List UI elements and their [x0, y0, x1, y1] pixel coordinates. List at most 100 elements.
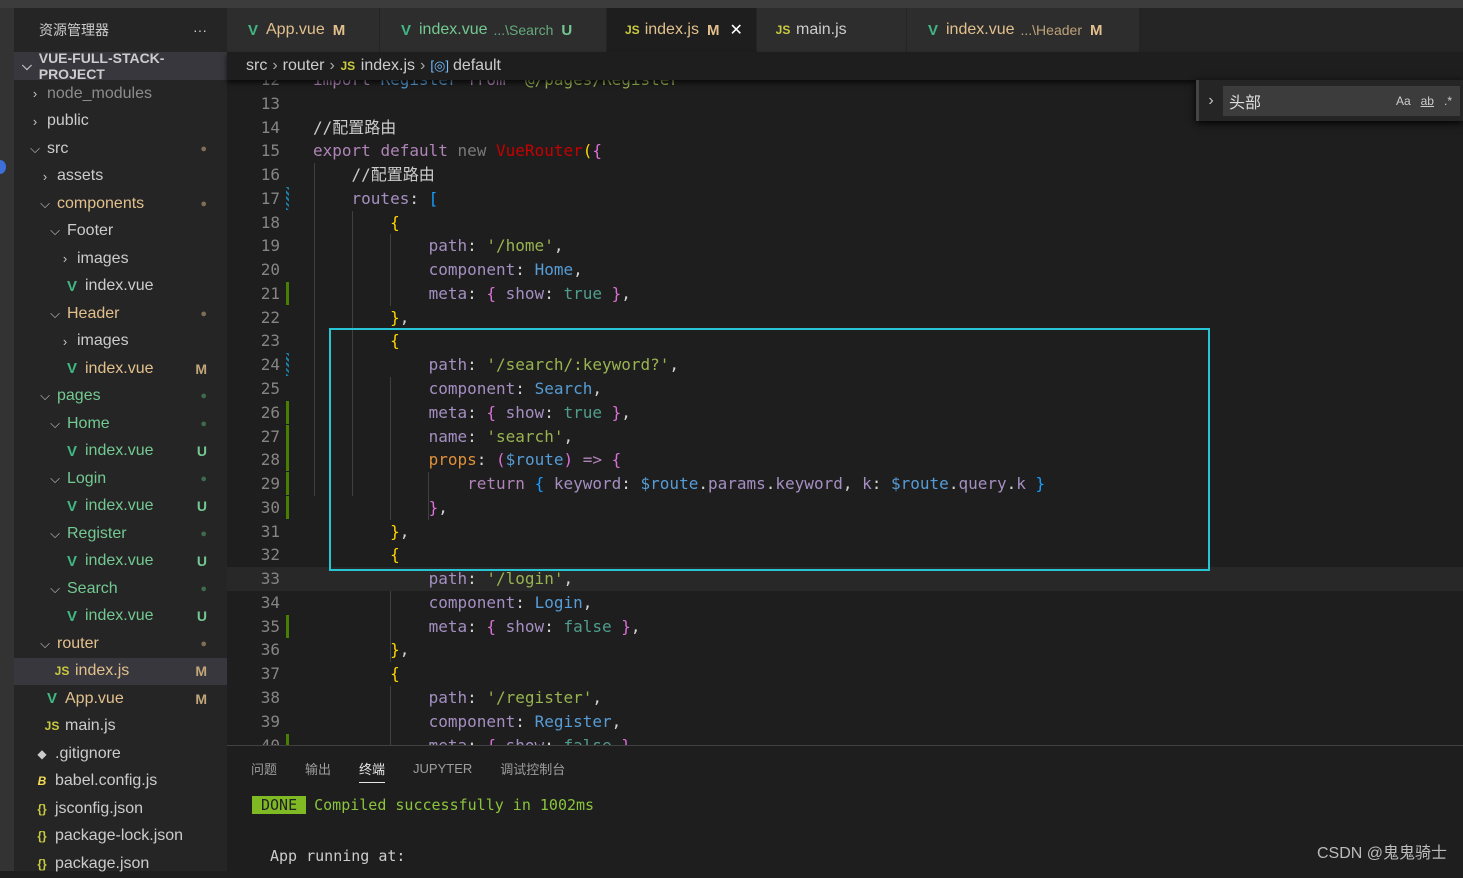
tree-item[interactable]: Vindex.vue U	[14, 493, 227, 521]
variable-symbol-icon: [◎]	[430, 58, 449, 73]
line-number: 16	[260, 165, 280, 185]
tab-main-js[interactable]: JS main.js	[757, 8, 907, 52]
code-token: ,	[563, 426, 574, 446]
tab-label: index.vue	[419, 21, 488, 38]
terminal[interactable]: DONE Compiled successfully in 1002ms App …	[227, 796, 1463, 865]
vue-file-icon: V	[66, 607, 77, 625]
panel-tab-0[interactable]: 问题	[251, 759, 277, 778]
close-icon[interactable]: ✕	[729, 20, 742, 40]
tree-item[interactable]: ⌵ Login ●	[14, 465, 227, 493]
editor-tabs: V App.vue M Vindex.vue ...\Search U JS index.js…	[227, 8, 1463, 52]
code-token: Login	[534, 592, 583, 612]
panel-tab-1[interactable]: 输出	[305, 759, 331, 778]
tree-item[interactable]: ⌵ pages ●	[14, 383, 227, 411]
tree-item[interactable]: › images	[14, 245, 227, 273]
code-token: :	[467, 616, 487, 636]
panel-tab-2[interactable]: 终端	[359, 759, 386, 783]
breadcrumb-src[interactable]: src	[246, 57, 267, 75]
tree-item-label: index.vue	[85, 497, 154, 515]
code-token: params	[707, 474, 766, 494]
code-token: ,	[592, 379, 602, 398]
tab-App-vue[interactable]: V App.vue M	[227, 8, 380, 52]
tree-item[interactable]: ⌵ Footer	[14, 218, 227, 246]
tree-item[interactable]: Vindex.vue M	[14, 355, 227, 383]
code-token: }	[313, 307, 400, 327]
indent-guide	[390, 590, 391, 663]
tree-item[interactable]: JS index.js M	[14, 657, 227, 685]
tree-item[interactable]: ⌵ Search ●	[14, 575, 227, 603]
tree-item[interactable]: V App.vue M	[14, 685, 227, 713]
code-token: {	[313, 212, 400, 232]
code-token: {	[486, 616, 506, 636]
tree-item[interactable]: Vindex.vue U	[14, 438, 227, 466]
tree-item[interactable]: Vindex.vue U	[14, 548, 227, 576]
tab-index-vue[interactable]: Vindex.vue ...\Header M	[907, 8, 1140, 52]
code-text: path: '/register',	[313, 686, 602, 710]
breadcrumb-symbol[interactable]: default	[453, 57, 501, 75]
chevron-down-icon: ⌵	[30, 140, 40, 156]
indent-guide	[390, 234, 391, 306]
match-whole-word-button[interactable]: ab	[1421, 94, 1434, 108]
find-input[interactable]: 头部 Aa ab .*	[1223, 85, 1460, 116]
code-token: :	[467, 569, 487, 589]
tab-index-vue[interactable]: Vindex.vue ...\Search U	[380, 8, 607, 52]
vue-file-icon: V	[66, 552, 77, 570]
tree-item[interactable]: {} package.json	[14, 850, 227, 878]
code-token: ,	[582, 592, 593, 612]
tree-item[interactable]: {} package-lock.json	[14, 823, 227, 851]
account-badge[interactable]	[0, 160, 6, 174]
code-token: true	[563, 402, 612, 422]
code-token: show	[506, 736, 545, 745]
tree-item[interactable]: Vindex.vue	[14, 273, 227, 301]
tree-item[interactable]: ⌵ Register ●	[14, 520, 227, 548]
chevron-down-icon: ⌵	[50, 470, 60, 486]
code-token: :	[467, 283, 487, 303]
tree-item[interactable]: ⌵ src ●	[14, 135, 227, 163]
tree-item[interactable]: › assets	[14, 163, 227, 191]
chevron-down-icon: ⌵	[21, 58, 32, 73]
line-number: 36	[260, 640, 280, 660]
compile-message: Compiled successfully in 1002ms	[314, 796, 595, 814]
code-editor[interactable]: 12import Register from '@/pages/Register…	[227, 66, 1463, 745]
indent-guide	[428, 472, 429, 520]
regex-button[interactable]: .*	[1444, 94, 1452, 108]
line-number: 31	[260, 521, 280, 541]
panel-tab-4[interactable]: 调试控制台	[500, 759, 565, 778]
indent-guide	[314, 163, 315, 496]
code-line: 37 {	[227, 662, 1463, 686]
tree-item[interactable]: ⌵ Header ●	[14, 300, 227, 328]
breadcrumb-router[interactable]: router	[283, 57, 325, 75]
tree-item[interactable]: ⌵ Home ●	[14, 410, 227, 438]
tree-item[interactable]: › images	[14, 328, 227, 356]
title-bar	[0, 0, 1463, 8]
project-folder[interactable]: ⌵ VUE-FULL-STACK-PROJECT	[14, 50, 227, 82]
code-token: $route	[505, 450, 564, 470]
code-text: },	[313, 520, 409, 544]
tree-item[interactable]: ⌵ router ●	[14, 630, 227, 658]
panel-tab-3[interactable]: JUPYTER	[413, 761, 472, 776]
line-number: 38	[260, 688, 280, 708]
tree-item[interactable]: › node_modules	[14, 80, 227, 108]
tree-item[interactable]: ⌵ components ●	[14, 190, 227, 218]
match-case-button[interactable]: Aa	[1396, 94, 1411, 108]
tree-item-label: Register	[67, 524, 127, 542]
tree-item[interactable]: › public	[14, 108, 227, 136]
code-token: }	[313, 640, 400, 660]
tree-item-label: src	[47, 139, 69, 157]
watermark: CSDN @鬼鬼骑士	[1316, 845, 1447, 862]
breadcrumb-file[interactable]: index.js	[361, 57, 415, 75]
tree-item[interactable]: Bbabel.config.js	[14, 768, 227, 796]
tree-item-label: images	[77, 332, 129, 350]
tree-item[interactable]: ◆ .gitignore	[14, 740, 227, 768]
toggle-replace-chevron-icon[interactable]: ›	[1199, 92, 1223, 110]
code-text: //配置路由	[313, 163, 435, 187]
tree-item[interactable]: Vindex.vue U	[14, 603, 227, 631]
tree-item[interactable]: JS main.js	[14, 713, 227, 741]
tree-item[interactable]: {} jsconfig.json	[14, 795, 227, 823]
code-token: .	[765, 474, 776, 494]
file-tree: › node_modules › public ⌵ src ● › assets ⌵ compone…	[14, 80, 227, 878]
tab-index-js[interactable]: JS index.js M ✕	[607, 8, 757, 52]
explorer-sidebar: 资源管理器 ··· ⌵ VUE-FULL-STACK-PROJECT › node_…	[14, 8, 227, 872]
more-actions-button[interactable]: ···	[193, 22, 207, 38]
code-line: 24 path: '/search/:keyword?',	[227, 353, 1463, 377]
